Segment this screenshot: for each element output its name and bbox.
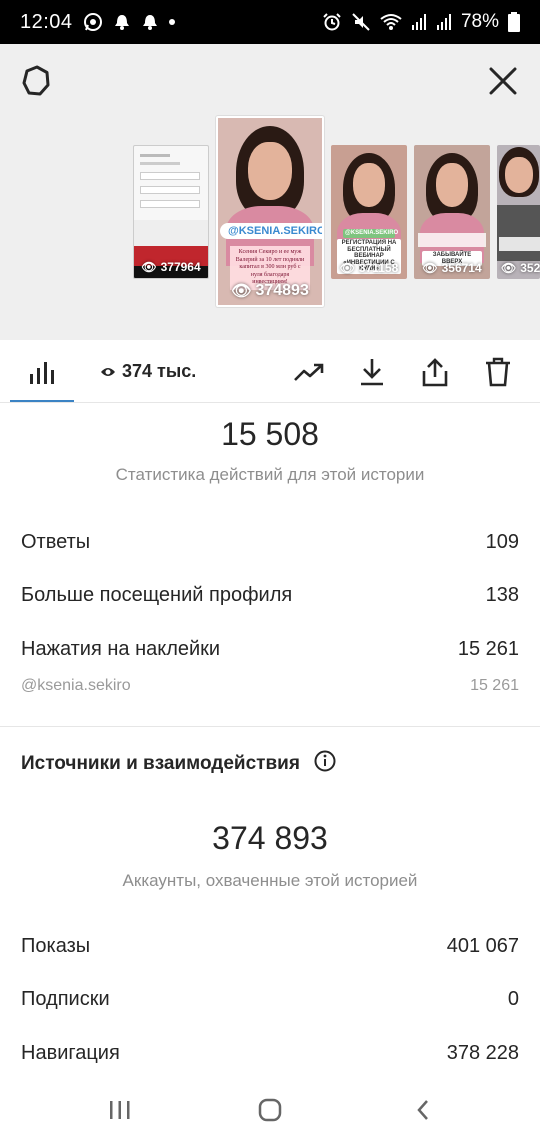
alarm-icon	[113, 13, 131, 31]
story-thumbnail-selected[interactable]: @KSENIA.SEKIRO Ксения Секиро и ее муж Ва…	[216, 116, 324, 307]
stat-label: @ksenia.sekiro	[21, 677, 131, 694]
stat-value: 378 228	[446, 1042, 519, 1064]
section-title: Источники и взаимодействия	[21, 753, 300, 774]
stat-label: Навигация	[21, 1042, 120, 1064]
alarm-icon	[322, 12, 342, 32]
story-views: 356714	[441, 261, 482, 275]
notification-dot	[168, 19, 175, 25]
info-button[interactable]	[314, 750, 336, 778]
story-thumbnail[interactable]: 👁 377964	[133, 145, 209, 279]
status-bar: 12:04 78%	[0, 0, 540, 44]
stat-label: Показы	[21, 935, 91, 957]
stat-value: 0	[507, 988, 519, 1010]
stat-value: 109	[485, 531, 519, 553]
back-button[interactable]	[408, 1096, 438, 1124]
close-icon	[489, 67, 517, 95]
stat-label: Нажатия на наклейки	[21, 638, 221, 660]
settings-icon	[22, 65, 50, 96]
story-carousel-area: 👁 377964 @KSENIA.SEKIRO Ксения Секиро и …	[0, 44, 540, 340]
status-time: 12:04	[20, 10, 73, 33]
section-heading: Источники и взаимодействия	[21, 750, 336, 778]
mention-sticker: @KSENIA.SEKIRO	[220, 223, 322, 239]
story-thumbnail[interactable]: ЗАБЫВАЙТЕ ВВЕРХ 👁 356714	[414, 145, 490, 279]
stat-row-profile-visits: Больше посещений профиля 138	[21, 584, 519, 607]
actions-total: 15 508	[221, 416, 319, 452]
download-icon	[361, 359, 383, 386]
tab-viewers[interactable]: 374 тыс.	[100, 340, 196, 403]
stat-row-sticker-taps: Нажатия на наклейки 15 261	[21, 638, 519, 661]
story-thumbnail[interactable]: @KSENIA.SEKIRO РЕГИСТРАЦИЯ НА БЕСПЛАТНЫЙ…	[331, 145, 407, 279]
mute-icon	[351, 12, 371, 32]
stat-label: Больше посещений профиля	[21, 584, 293, 606]
close-button[interactable]	[488, 66, 518, 96]
stat-value: 15 261	[457, 638, 519, 660]
battery-icon	[508, 12, 520, 32]
system-nav-bar	[0, 1080, 540, 1140]
share-icon	[422, 358, 448, 387]
eye-icon: 👁	[231, 283, 252, 300]
stat-value: 15 261	[470, 677, 519, 694]
info-icon	[314, 750, 336, 772]
trash-icon	[486, 357, 510, 387]
recents-button[interactable]	[105, 1096, 135, 1124]
views-count: 374 тыс.	[122, 361, 197, 381]
reach-total: 374 893	[212, 820, 328, 856]
home-button[interactable]	[255, 1096, 285, 1124]
stat-row-replies: Ответы 109	[21, 531, 519, 554]
stat-value: 138	[485, 584, 519, 606]
story-views: 374893	[255, 282, 309, 299]
section-divider	[0, 726, 540, 727]
bar-chart-icon	[30, 361, 54, 384]
tab-insights[interactable]	[10, 340, 74, 403]
eye-icon: 👁	[422, 261, 438, 275]
story-toolbar: 374 тыс.	[0, 340, 540, 403]
active-tab-indicator	[10, 400, 74, 402]
download-button[interactable]	[354, 354, 390, 390]
promote-button[interactable]	[291, 354, 327, 390]
story-views: 377964	[160, 260, 201, 274]
actions-caption: Статистика действий для этой истории	[115, 465, 425, 484]
stat-row-mention-sticker[interactable]: @ksenia.sekiro 15 261	[21, 677, 519, 695]
stat-row-impressions: Показы 401 067	[21, 935, 519, 958]
delete-button[interactable]	[480, 354, 516, 390]
reach-caption: Аккаунты, охваченные этой историей	[122, 871, 418, 890]
stat-row-navigation[interactable]: Навигация 378 228	[21, 1042, 519, 1065]
stat-row-follows: Подписки 0	[21, 988, 519, 1011]
stat-label: Подписки	[21, 988, 110, 1010]
signal-icon	[436, 13, 452, 31]
stat-label: Ответы	[21, 531, 91, 553]
recents-icon	[110, 1101, 130, 1119]
share-button[interactable]	[417, 354, 453, 390]
eye-icon: 👁	[141, 260, 157, 274]
eye-icon	[101, 367, 115, 376]
eye-icon: 👁	[501, 261, 517, 275]
story-views: 371158	[358, 261, 399, 275]
eye-icon: 👁	[339, 261, 355, 275]
alarm-icon	[141, 13, 159, 31]
settings-button[interactable]	[20, 64, 54, 98]
battery-percent: 78%	[460, 11, 499, 32]
back-icon	[417, 1100, 428, 1120]
signal-icon	[411, 13, 427, 31]
trending-icon	[294, 363, 324, 381]
wifi-icon	[380, 13, 402, 31]
story-views: 352	[520, 261, 540, 275]
stat-value: 401 067	[446, 935, 519, 957]
whatsapp-icon	[83, 12, 103, 32]
home-icon	[258, 1098, 282, 1122]
mention-sticker: @KSENIA.SEKIRO	[343, 229, 399, 238]
story-thumbnail[interactable]: 👁 352	[497, 145, 540, 279]
